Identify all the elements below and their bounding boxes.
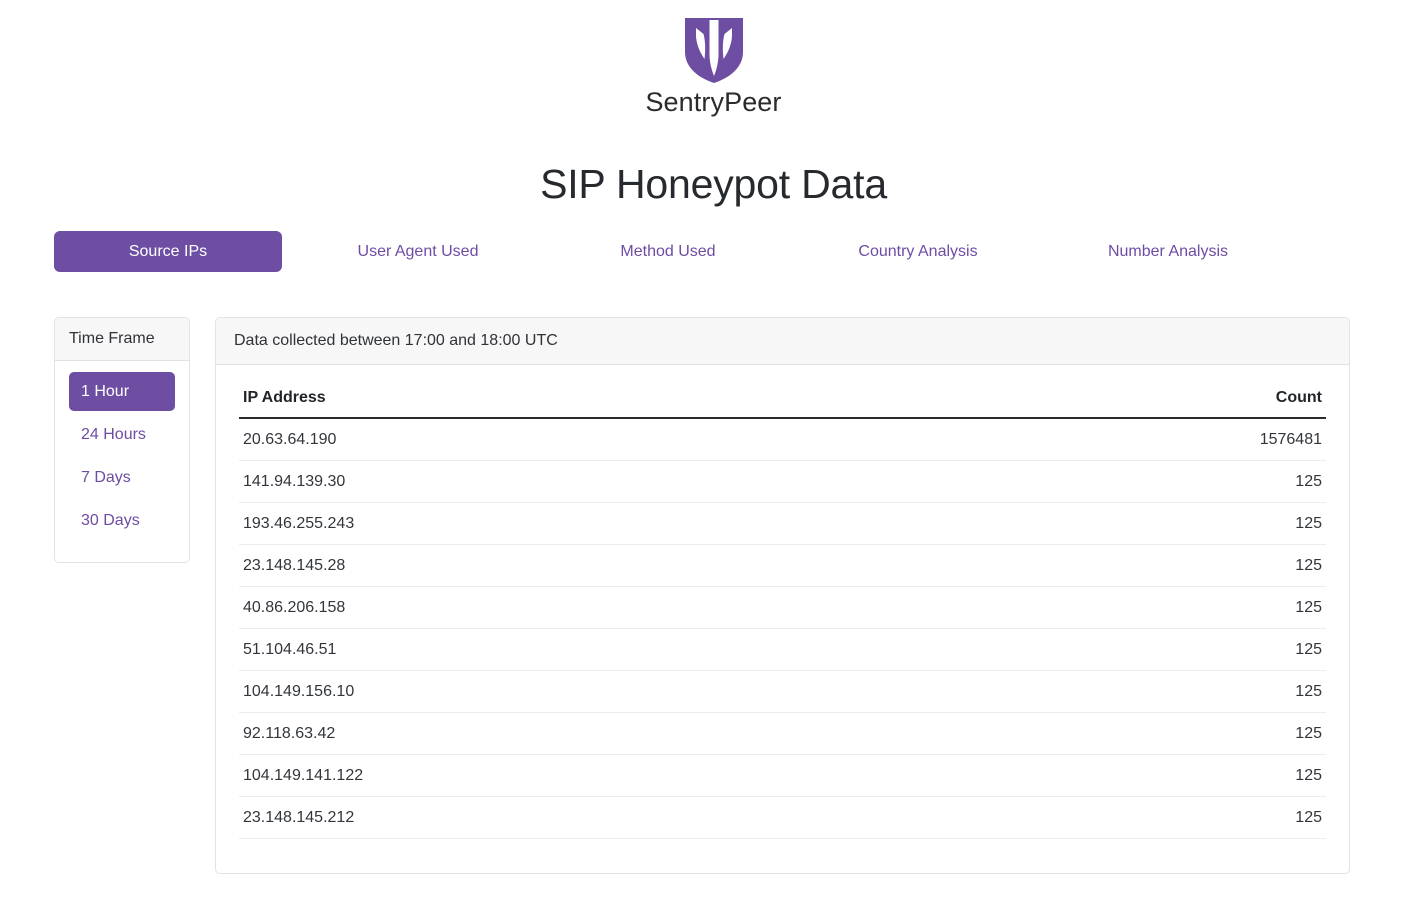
content-row: Time Frame 1 Hour 24 Hours 7 Days 30 Day… xyxy=(54,317,1350,874)
sentrypeer-shield-logo-icon xyxy=(684,18,743,83)
cell-count: 125 xyxy=(947,670,1326,713)
page-root: SentryPeer SIP Honeypot Data Source IPs … xyxy=(0,0,1427,923)
brand-header: SentryPeer xyxy=(0,14,1427,118)
cell-ip-address: 193.46.255.243 xyxy=(239,502,948,545)
cell-ip-address: 23.148.145.212 xyxy=(239,796,948,839)
column-header-ip-address: IP Address xyxy=(239,388,948,419)
cell-ip-address: 40.86.206.158 xyxy=(239,586,948,629)
data-card-body: IP Address Count 20.63.64.190 1576481 141.… xyxy=(216,365,1349,873)
table-row: 40.86.206.158 125 xyxy=(239,586,1326,629)
time-frame-title: Time Frame xyxy=(55,318,189,361)
table-header-row: IP Address Count xyxy=(239,388,1326,419)
tab-source-ips[interactable]: Source IPs xyxy=(54,231,282,272)
sidebar-item-1-hour[interactable]: 1 Hour xyxy=(69,372,175,411)
tab-country-analysis[interactable]: Country Analysis xyxy=(804,231,1032,272)
cell-count: 125 xyxy=(947,460,1326,503)
table-row: 23.148.145.212 125 xyxy=(239,796,1326,839)
sidebar-item-30-days[interactable]: 30 Days xyxy=(69,501,175,540)
table-row: 51.104.46.51 125 xyxy=(239,628,1326,671)
cell-ip-address: 92.118.63.42 xyxy=(239,712,948,755)
table-row: 193.46.255.243 125 xyxy=(239,502,1326,545)
data-card: Data collected between 17:00 and 18:00 U… xyxy=(215,317,1350,874)
table-row: 104.149.141.122 125 xyxy=(239,754,1326,797)
cell-ip-address: 51.104.46.51 xyxy=(239,628,948,671)
cell-count: 125 xyxy=(947,502,1326,545)
table-body: 20.63.64.190 1576481 141.94.139.30 125 193.4… xyxy=(239,418,1326,839)
cell-ip-address: 104.149.156.10 xyxy=(239,670,948,713)
cell-count: 125 xyxy=(947,544,1326,587)
cell-count: 1576481 xyxy=(947,418,1326,461)
cell-ip-address: 23.148.145.28 xyxy=(239,544,948,587)
cell-ip-address: 141.94.139.30 xyxy=(239,460,948,503)
cell-count: 125 xyxy=(947,628,1326,671)
cell-count: 125 xyxy=(947,586,1326,629)
sidebar-item-7-days[interactable]: 7 Days xyxy=(69,458,175,497)
table-row: 92.118.63.42 125 xyxy=(239,712,1326,755)
table-row: 141.94.139.30 125 xyxy=(239,460,1326,503)
column-header-count: Count xyxy=(947,388,1326,419)
page-title: SIP Honeypot Data xyxy=(540,161,887,208)
table-head: IP Address Count xyxy=(239,388,1326,419)
tab-user-agent-used[interactable]: User Agent Used xyxy=(304,231,532,272)
data-collection-period: Data collected between 17:00 and 18:00 U… xyxy=(216,318,1349,365)
sidebar-item-24-hours[interactable]: 24 Hours xyxy=(69,415,175,454)
time-frame-list: 1 Hour 24 Hours 7 Days 30 Days xyxy=(55,361,189,562)
main-tabs: Source IPs User Agent Used Method Used C… xyxy=(54,231,1374,272)
cell-count: 125 xyxy=(947,796,1326,839)
table-row: 104.149.156.10 125 xyxy=(239,670,1326,713)
tab-number-analysis[interactable]: Number Analysis xyxy=(1054,231,1282,272)
brand-wordmark: SentryPeer xyxy=(645,87,782,117)
table-row: 23.148.145.28 125 xyxy=(239,544,1326,587)
time-frame-sidebar: Time Frame 1 Hour 24 Hours 7 Days 30 Day… xyxy=(54,317,190,563)
cell-count: 125 xyxy=(947,712,1326,755)
table-row: 20.63.64.190 1576481 xyxy=(239,418,1326,461)
source-ips-table: IP Address Count 20.63.64.190 1576481 141.… xyxy=(239,388,1326,839)
tab-method-used[interactable]: Method Used xyxy=(554,231,782,272)
cell-ip-address: 104.149.141.122 xyxy=(239,754,948,797)
cell-count: 125 xyxy=(947,754,1326,797)
cell-ip-address: 20.63.64.190 xyxy=(239,418,948,461)
